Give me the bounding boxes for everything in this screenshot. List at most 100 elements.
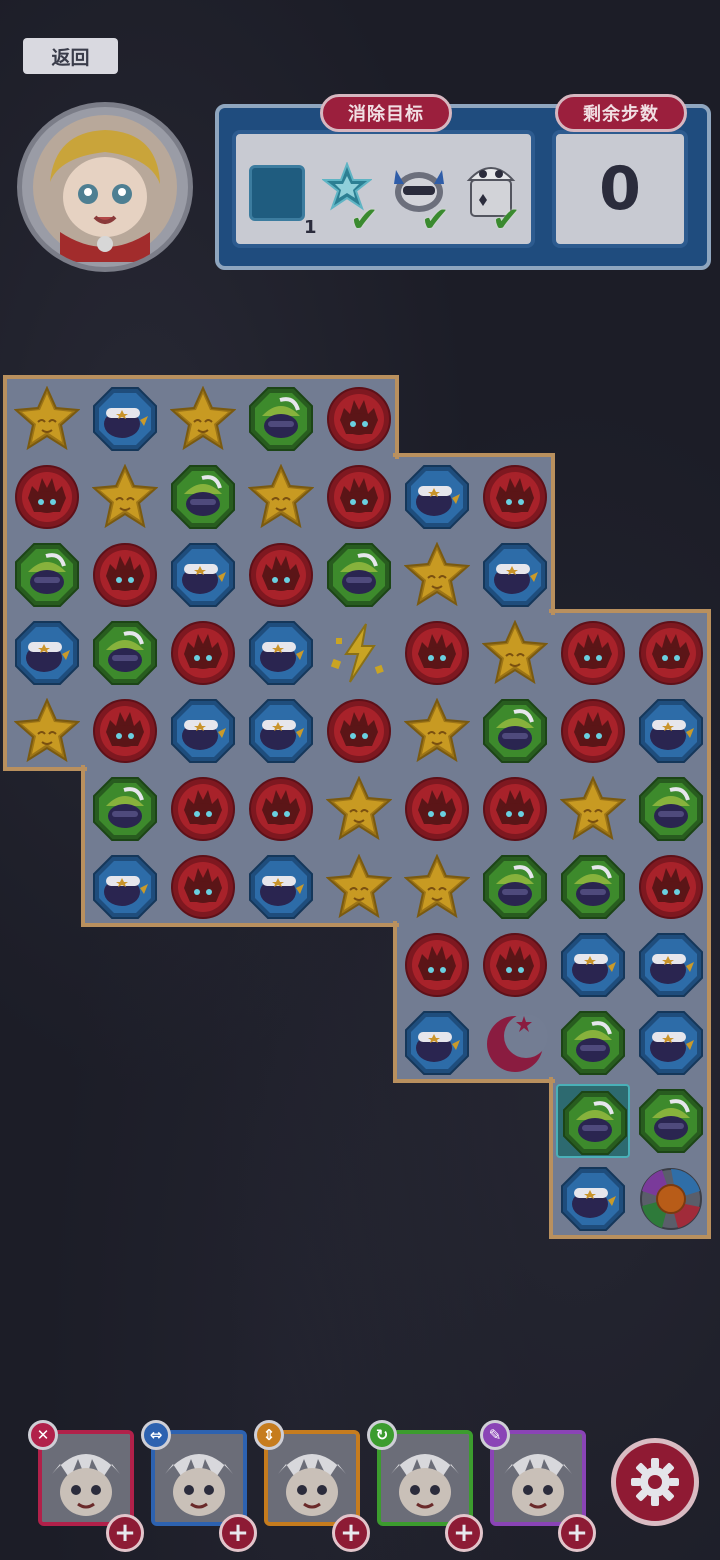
board-cell-blue-piece[interactable] (634, 1006, 708, 1080)
red-piece-icon (405, 933, 469, 997)
board-cell-blue-piece[interactable] (556, 928, 630, 1002)
board-cell-red-piece[interactable] (166, 850, 240, 924)
board-cell-moon-piece[interactable] (478, 1006, 552, 1080)
back-button[interactable]: 返回 (23, 38, 118, 74)
board-cell-red-piece[interactable] (166, 772, 240, 846)
board-cell-yellow-piece[interactable] (88, 460, 162, 534)
board-cell-yellow-piece[interactable] (10, 694, 84, 768)
board-cell-blue-piece[interactable] (244, 850, 318, 924)
board-border (159, 375, 243, 379)
gear-icon (631, 1458, 679, 1506)
board-cell-yellow-piece[interactable] (556, 772, 630, 846)
board-cell-yellow-piece[interactable] (244, 460, 318, 534)
blue-piece-icon (561, 933, 625, 997)
board-cell-green-piece[interactable] (634, 772, 708, 846)
character-2-plus-button[interactable]: + (219, 1514, 257, 1552)
board-cell-blue-piece[interactable] (244, 616, 318, 690)
board-cell-red-piece[interactable] (322, 382, 396, 456)
board-cell-green-piece[interactable] (634, 1084, 708, 1158)
green-piece-icon (249, 387, 313, 451)
board-cell-red-piece[interactable] (88, 694, 162, 768)
board-cell-green-piece[interactable] (478, 694, 552, 768)
board-cell-red-piece[interactable] (322, 694, 396, 768)
board-cell-red-piece[interactable] (478, 772, 552, 846)
blue-piece-icon (639, 1011, 703, 1075)
board-cell-green-piece[interactable] (322, 538, 396, 612)
board-cell-green-piece[interactable] (556, 1006, 630, 1080)
settings-button[interactable] (611, 1438, 699, 1526)
board-border (81, 375, 165, 379)
board-cell-green-piece[interactable] (88, 616, 162, 690)
board-cell-green-piece[interactable] (10, 538, 84, 612)
board-cell-yellow-piece[interactable] (400, 694, 474, 768)
blue-piece-icon (249, 855, 313, 919)
board-cell-red-piece[interactable] (556, 694, 630, 768)
board-cell-red-piece[interactable] (634, 616, 708, 690)
red-piece-icon (15, 465, 79, 529)
board-cell-green-piece[interactable] (556, 1084, 630, 1158)
avatar-portrait-icon (33, 115, 177, 262)
board-cell-lightning-piece[interactable] (322, 616, 396, 690)
board-cell-red-piece[interactable] (634, 850, 708, 924)
board-cell-bomb-piece[interactable] (634, 1162, 708, 1236)
yellow-piece-icon (404, 698, 470, 763)
blue-piece-icon (93, 387, 157, 451)
board-cell-red-piece[interactable] (400, 616, 474, 690)
board-border (315, 375, 399, 379)
board-cell-blue-piece[interactable] (556, 1162, 630, 1236)
board-cell-blue-piece[interactable] (400, 460, 474, 534)
board-cell-red-piece[interactable] (88, 538, 162, 612)
board-cell-blue-piece[interactable] (88, 382, 162, 456)
board-border (549, 1077, 553, 1161)
board-cell-blue-piece[interactable] (166, 538, 240, 612)
board-cell-red-piece[interactable] (556, 616, 630, 690)
bomb-piece-icon (640, 1168, 702, 1230)
board-cell-blue-piece[interactable] (400, 1006, 474, 1080)
board-cell-red-piece[interactable] (10, 460, 84, 534)
board-cell-red-piece[interactable] (244, 538, 318, 612)
board-cell-blue-piece[interactable] (88, 850, 162, 924)
board-cell-blue-piece[interactable] (10, 616, 84, 690)
character-1-plus-button[interactable]: + (106, 1514, 144, 1552)
green-piece-icon (639, 777, 703, 841)
board-cell-red-piece[interactable] (478, 928, 552, 1002)
red-piece-icon (93, 699, 157, 763)
board-cell-red-piece[interactable] (166, 616, 240, 690)
board-cell-yellow-piece[interactable] (10, 382, 84, 456)
board-cell-red-piece[interactable] (400, 772, 474, 846)
board-cell-yellow-piece[interactable] (400, 538, 474, 612)
board-cell-green-piece[interactable] (166, 460, 240, 534)
yellow-piece-icon (482, 620, 548, 685)
board-cell-yellow-piece[interactable] (322, 850, 396, 924)
board-cell-red-piece[interactable] (400, 928, 474, 1002)
board-cell-blue-piece[interactable] (166, 694, 240, 768)
board-border (393, 453, 477, 457)
board-cell-blue-piece[interactable] (244, 694, 318, 768)
red-piece-icon (171, 855, 235, 919)
board-cell-blue-piece[interactable] (634, 928, 708, 1002)
board-cell-green-piece[interactable] (478, 850, 552, 924)
board-cell-yellow-piece[interactable] (166, 382, 240, 456)
swap-horizontal-icon: ⇔ (141, 1420, 171, 1450)
board-cell-green-piece[interactable] (244, 382, 318, 456)
board-cell-green-piece[interactable] (88, 772, 162, 846)
character-3-plus-button[interactable]: + (332, 1514, 370, 1552)
green-piece-icon (15, 543, 79, 607)
board-cell-blue-piece[interactable] (634, 694, 708, 768)
board-cell-yellow-piece[interactable] (400, 850, 474, 924)
board-cell-green-piece[interactable] (556, 850, 630, 924)
board-border (3, 609, 7, 693)
board-cell-red-piece[interactable] (322, 460, 396, 534)
red-piece-icon (171, 621, 235, 685)
board-cell-red-piece[interactable] (478, 460, 552, 534)
goal-check-2-icon: ✔ (421, 200, 450, 240)
board-cell-red-piece[interactable] (244, 772, 318, 846)
yellow-piece-icon (326, 854, 392, 919)
board-cell-yellow-piece[interactable] (478, 616, 552, 690)
board-cell-yellow-piece[interactable] (322, 772, 396, 846)
board-border (3, 453, 7, 537)
character-4-plus-button[interactable]: + (445, 1514, 483, 1552)
blue-piece-icon (171, 543, 235, 607)
character-5-plus-button[interactable]: + (558, 1514, 596, 1552)
board-cell-blue-piece[interactable] (478, 538, 552, 612)
